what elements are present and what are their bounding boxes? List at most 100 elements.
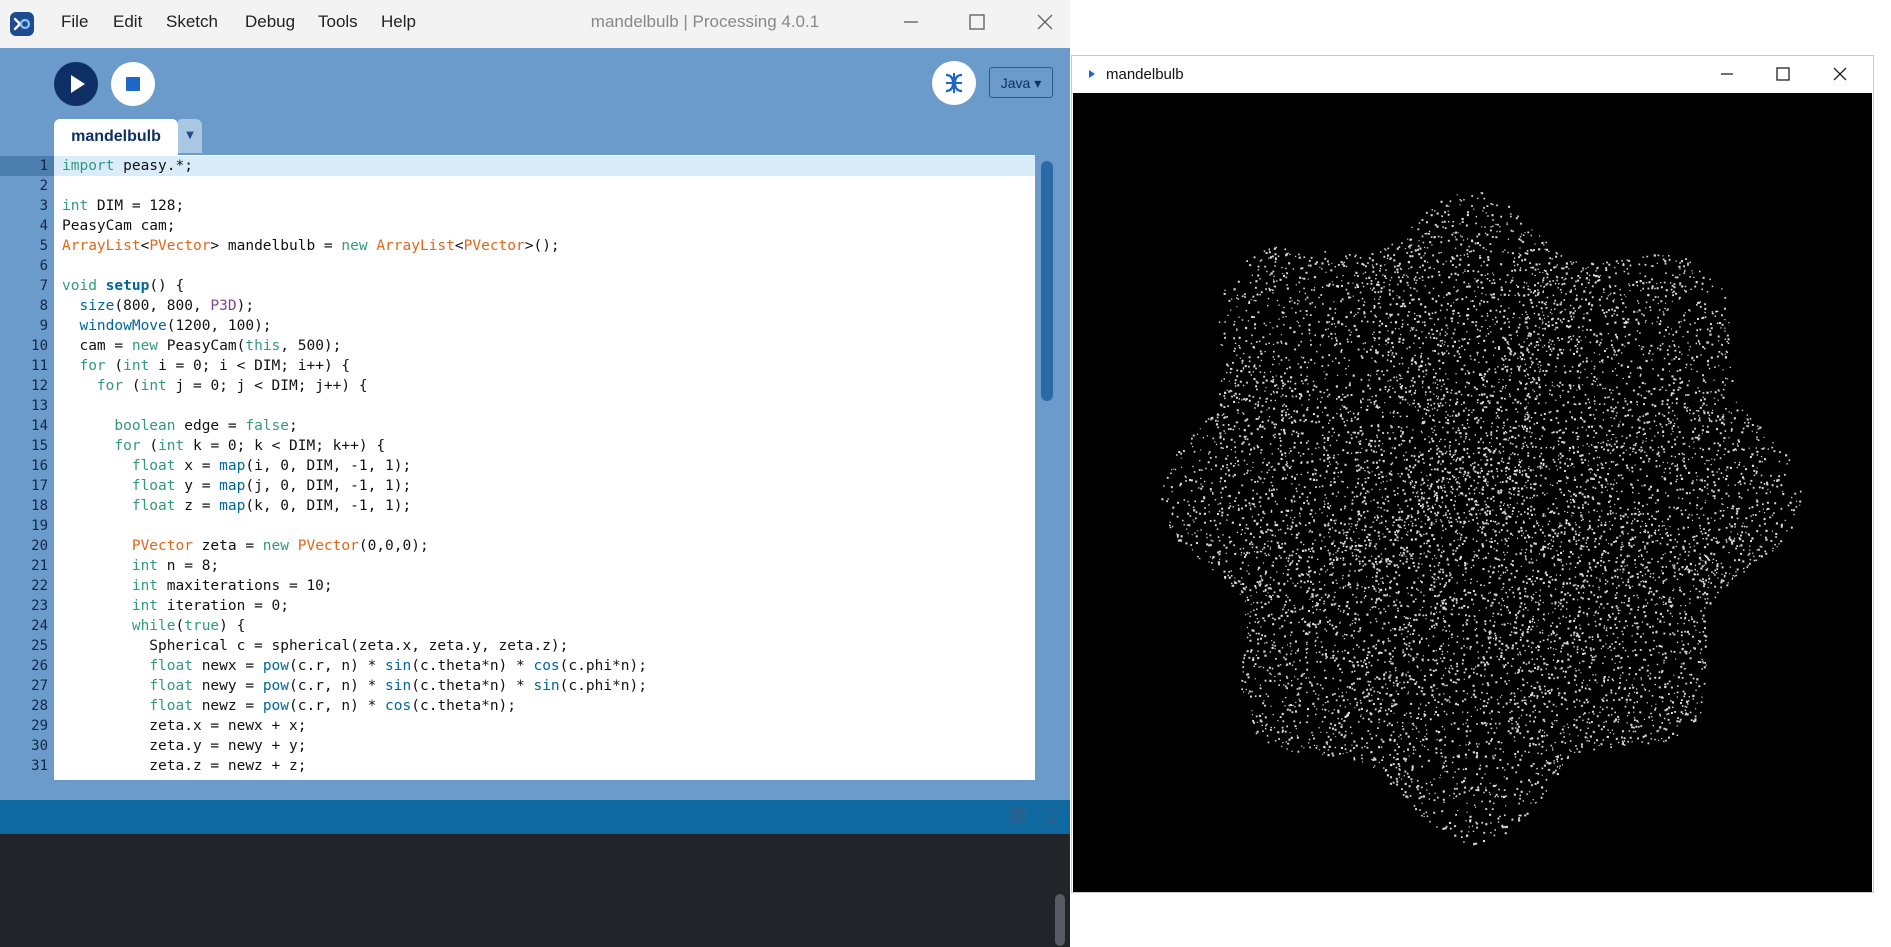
line-number: 7 [39, 278, 48, 294]
current-line-highlight [54, 156, 1035, 176]
tab-menu-button[interactable]: ▼ [178, 119, 202, 153]
maximize-icon [1776, 67, 1790, 81]
line-number: 8 [39, 298, 48, 314]
code-line: PeasyCam cam; [62, 218, 176, 234]
line-number: 28 [31, 698, 48, 714]
mandelbulb-point-cloud[interactable] [1073, 93, 1872, 892]
line-number: 12 [31, 378, 48, 394]
close-icon [1037, 14, 1053, 30]
line-number: 3 [39, 198, 48, 214]
code-line: int n = 8; [131, 558, 220, 574]
line-number-gutter: 1 2 3 4 5 6 7 8 9 10 11 12 13 14 15 16 17 18 19 20 21 22 23 24 2… [0, 155, 54, 780]
line-number: 19 [31, 518, 48, 534]
line-number: 14 [31, 418, 48, 434]
code-line: zeta.z = newz + z; [62, 758, 307, 774]
point-cloud-points [1161, 192, 1802, 846]
code-line: Spherical c = spherical(zeta.x, zeta.y, … [62, 638, 569, 654]
maximize-icon [969, 14, 985, 30]
line-number: 2 [39, 178, 48, 194]
code-line: float newx = pow(c.r, n) * sin(c.theta*n… [149, 658, 647, 674]
editor-footer [0, 780, 1070, 800]
line-number: 26 [31, 658, 48, 674]
tab-label: mandelbulb [71, 128, 161, 145]
butterfly-debug-icon [945, 73, 963, 93]
line-number: 1 [39, 158, 48, 174]
menu-edit[interactable]: Edit [113, 0, 142, 48]
line-number: 27 [31, 678, 48, 694]
line-number: 23 [31, 598, 48, 614]
line-number: 9 [39, 318, 48, 334]
minimize-button[interactable] [891, 9, 931, 35]
sketch-canvas[interactable] [1073, 93, 1872, 892]
minimize-icon [1721, 73, 1733, 75]
ide-titlebar: File Edit Sketch Debug Tools Help mandel… [0, 0, 1070, 48]
line-number: 22 [31, 578, 48, 594]
close-icon [1833, 67, 1847, 81]
code-line: void setup() { [62, 278, 185, 294]
menu-sketch[interactable]: Sketch [166, 0, 218, 48]
line-number: 5 [39, 238, 48, 254]
line-number: 24 [31, 618, 48, 634]
maximize-button[interactable] [957, 9, 997, 35]
code-line: float x = map(i, 0, DIM, -1, 1); [131, 458, 412, 474]
code-line: float newz = pow(c.r, n) * cos(c.theta*n… [149, 698, 517, 714]
mode-selector[interactable]: Java ▾ [989, 67, 1053, 98]
sketch-close-button[interactable] [1825, 62, 1855, 86]
line-number: 25 [31, 638, 48, 654]
code-line: zeta.y = newy + y; [62, 738, 307, 754]
run-button[interactable] [54, 62, 98, 106]
code-line: for (int j = 0; j < DIM; j++) { [96, 378, 368, 394]
processing-ide-window: File Edit Sketch Debug Tools Help mandel… [0, 0, 1070, 947]
code-line: for (int i = 0; i < DIM; i++) { [79, 358, 351, 374]
code-line: float newy = pow(c.r, n) * sin(c.theta*n… [149, 678, 647, 694]
line-number: 13 [31, 398, 48, 414]
sketch-maximize-button[interactable] [1768, 62, 1798, 86]
code-line: boolean edge = false; [114, 418, 298, 434]
code-line: import peasy.*; [62, 158, 193, 174]
code-line: for (int k = 0; k < DIM; k++) { [114, 438, 386, 454]
code-line: windowMove(1200, 100); [79, 318, 272, 334]
code-editor[interactable]: import peasy.*; int DIM = 128; PeasyCam ca… [54, 155, 1035, 780]
processing-logo-icon [10, 12, 34, 36]
sketch-window: mandelbulb [1071, 55, 1874, 893]
ide-toolbar [0, 48, 1070, 120]
line-number: 20 [31, 538, 48, 554]
line-number: 4 [39, 218, 48, 234]
console-panel[interactable] [0, 834, 1070, 947]
sketch-app-icon [1089, 70, 1095, 78]
code-line: float y = map(j, 0, DIM, -1, 1); [131, 478, 412, 494]
code-line: size(800, 800, P3D); [79, 298, 255, 314]
sketch-minimize-button[interactable] [1712, 62, 1742, 86]
stop-icon [126, 77, 140, 91]
collapse-console-icon[interactable] [1042, 806, 1062, 826]
tab-mandelbulb[interactable]: mandelbulb [54, 119, 178, 155]
menu-file[interactable]: File [61, 0, 88, 48]
line-number: 6 [39, 258, 48, 274]
code-line: ArrayList<PVector> mandelbulb = new Arra… [62, 238, 560, 254]
close-button[interactable] [1025, 9, 1065, 35]
line-number: 17 [31, 478, 48, 494]
sketch-titlebar: mandelbulb [1072, 56, 1873, 93]
menu-tools[interactable]: Tools [318, 0, 358, 48]
line-number: 29 [31, 718, 48, 734]
code-line: cam = new PeasyCam(this, 500); [62, 338, 342, 354]
line-number: 30 [31, 738, 48, 754]
menu-debug[interactable]: Debug [245, 0, 295, 48]
code-line: int maxiterations = 10; [131, 578, 333, 594]
status-bar [0, 800, 1070, 834]
code-line: float z = map(k, 0, DIM, -1, 1); [131, 498, 412, 514]
line-number: 11 [31, 358, 48, 374]
add-console-icon[interactable] [1008, 806, 1028, 826]
line-number: 21 [31, 558, 48, 574]
console-scrollbar[interactable] [1055, 894, 1065, 946]
editor-scrollbar-thumb[interactable] [1041, 161, 1053, 401]
menu-help[interactable]: Help [381, 0, 416, 48]
line-number: 18 [31, 498, 48, 514]
stop-button[interactable] [111, 62, 155, 106]
play-icon [71, 75, 85, 93]
debug-button[interactable] [932, 61, 976, 105]
code-line: int iteration = 0; [131, 598, 289, 614]
line-number: 16 [31, 458, 48, 474]
sketch-title: mandelbulb [1106, 66, 1184, 83]
code-line: zeta.x = newx + x; [62, 718, 307, 734]
